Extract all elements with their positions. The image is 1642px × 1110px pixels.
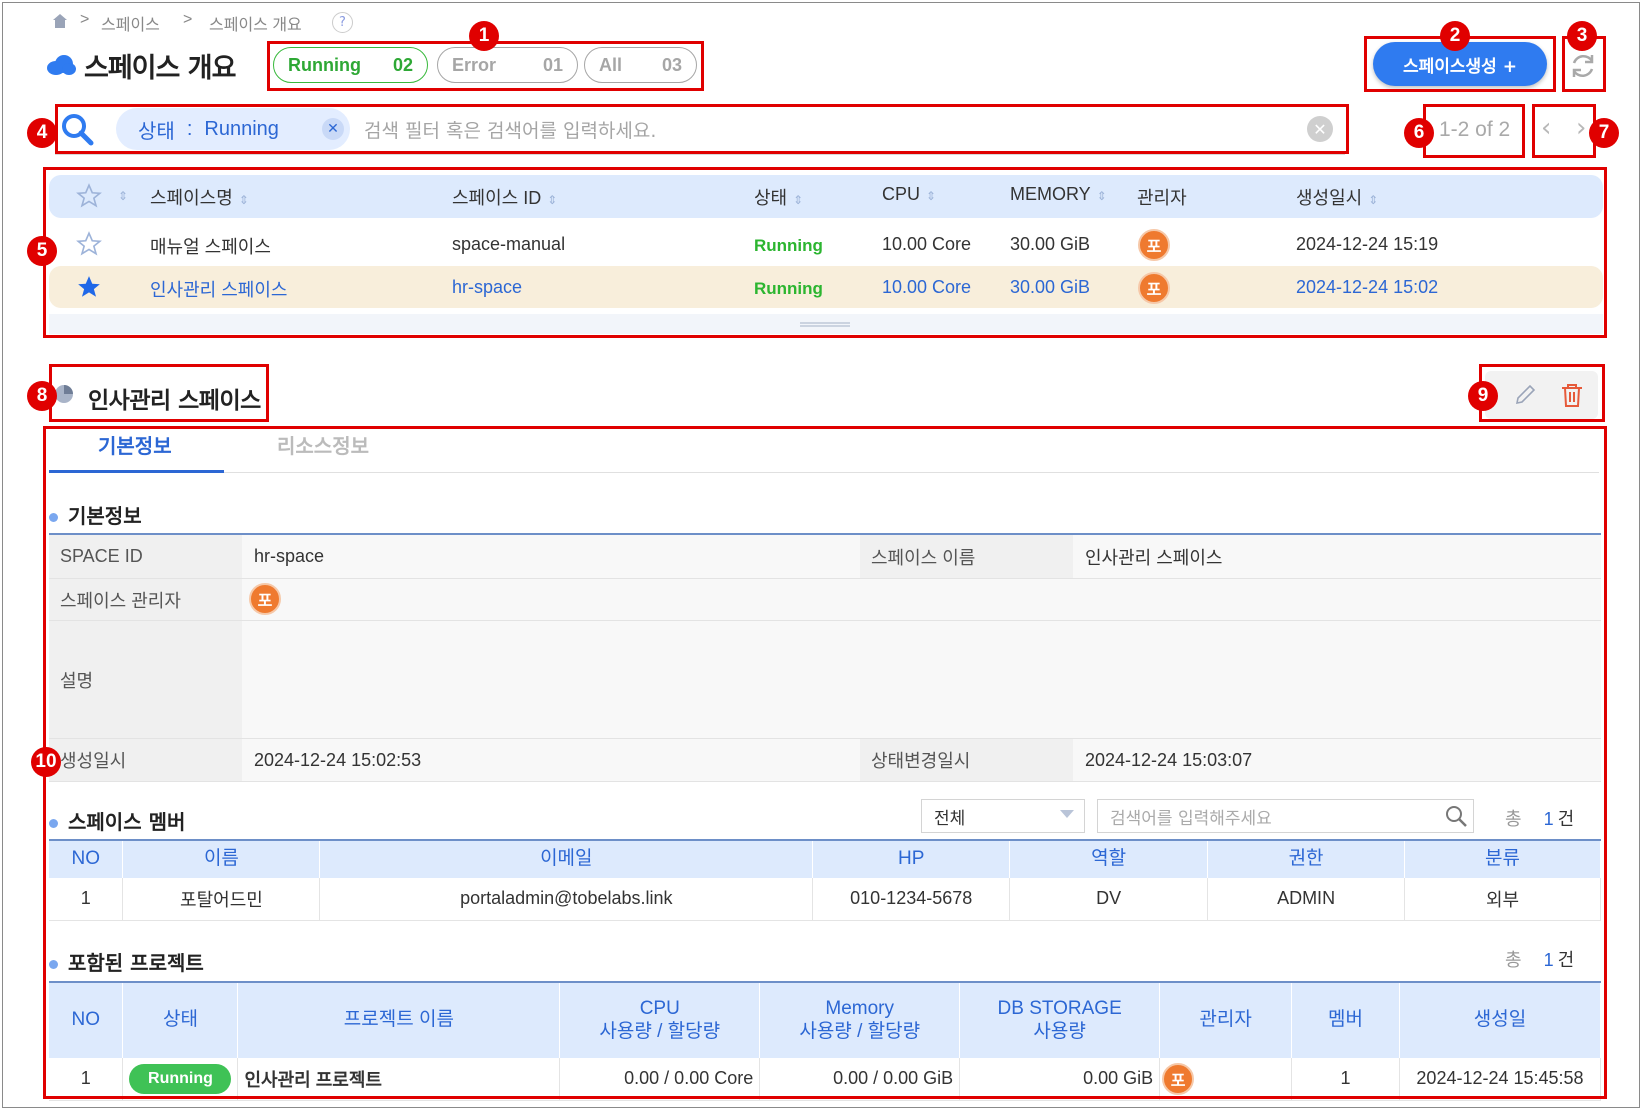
help-icon[interactable]: ? — [332, 12, 353, 33]
annotation-marker-8: 8 — [27, 381, 57, 411]
breadcrumb-sep-icon: > — [183, 11, 193, 28]
annotation-marker-9: 9 — [1468, 381, 1498, 411]
page-title: 스페이스 개요 — [84, 53, 236, 84]
annotation-box-4 — [55, 104, 1349, 154]
annotation-marker-5: 5 — [27, 236, 57, 266]
annotation-marker-4: 4 — [27, 118, 57, 148]
annotation-box-9 — [1479, 364, 1605, 422]
annotation-marker-7: 7 — [1589, 118, 1619, 148]
annotation-box-8 — [49, 364, 269, 422]
breadcrumb-item-overview: 스페이스 개요 — [209, 17, 302, 34]
annotation-box-6 — [1423, 104, 1525, 158]
annotation-marker-2: 2 — [1440, 21, 1470, 51]
breadcrumb-item-space[interactable]: 스페이스 — [101, 11, 160, 35]
cloud-icon — [46, 54, 76, 76]
annotation-box-7 — [1532, 104, 1596, 158]
home-icon[interactable] — [52, 13, 68, 29]
breadcrumb-sep-icon: > — [80, 11, 90, 28]
annotation-marker-6: 6 — [1404, 118, 1434, 148]
annotation-box-10 — [43, 426, 1607, 1099]
annotation-marker-10: 10 — [31, 747, 61, 777]
annotation-marker-1: 1 — [469, 21, 499, 51]
annotation-marker-3: 3 — [1567, 21, 1597, 51]
annotation-box-5 — [43, 167, 1607, 338]
